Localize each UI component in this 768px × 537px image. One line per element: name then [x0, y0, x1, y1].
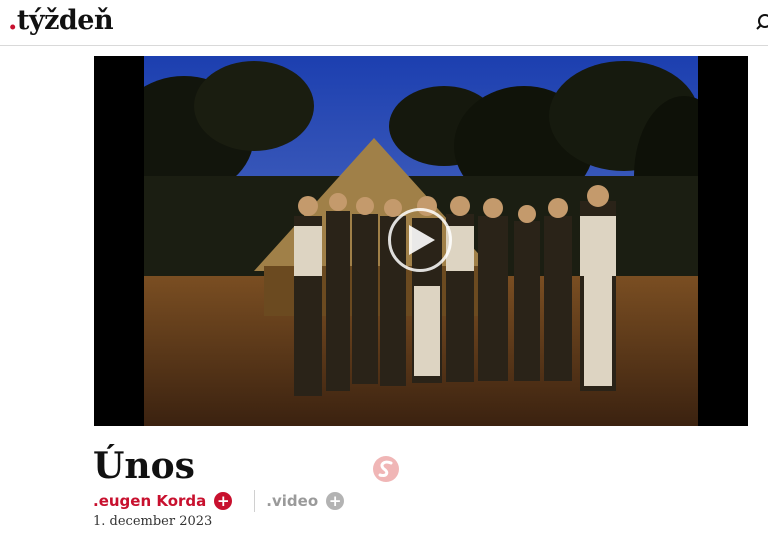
- play-button[interactable]: [388, 208, 452, 272]
- site-logo[interactable]: .týždeň: [8, 6, 114, 36]
- follow-author-button[interactable]: +: [214, 492, 233, 510]
- category-link[interactable]: .video: [266, 492, 318, 510]
- author-link[interactable]: .eugen Korda: [93, 492, 206, 510]
- video-player[interactable]: [94, 56, 748, 426]
- article-meta: .eugen Korda + .video +: [93, 489, 345, 513]
- article-title: Únos: [93, 445, 195, 487]
- search-icon[interactable]: [756, 12, 768, 32]
- meta-divider: [254, 490, 256, 512]
- site-header: .týždeň: [0, 0, 768, 46]
- publish-date: 1. december 2023: [93, 514, 213, 529]
- play-icon: [409, 225, 435, 255]
- s-logo-icon: [373, 456, 399, 482]
- follow-category-button[interactable]: +: [326, 492, 345, 510]
